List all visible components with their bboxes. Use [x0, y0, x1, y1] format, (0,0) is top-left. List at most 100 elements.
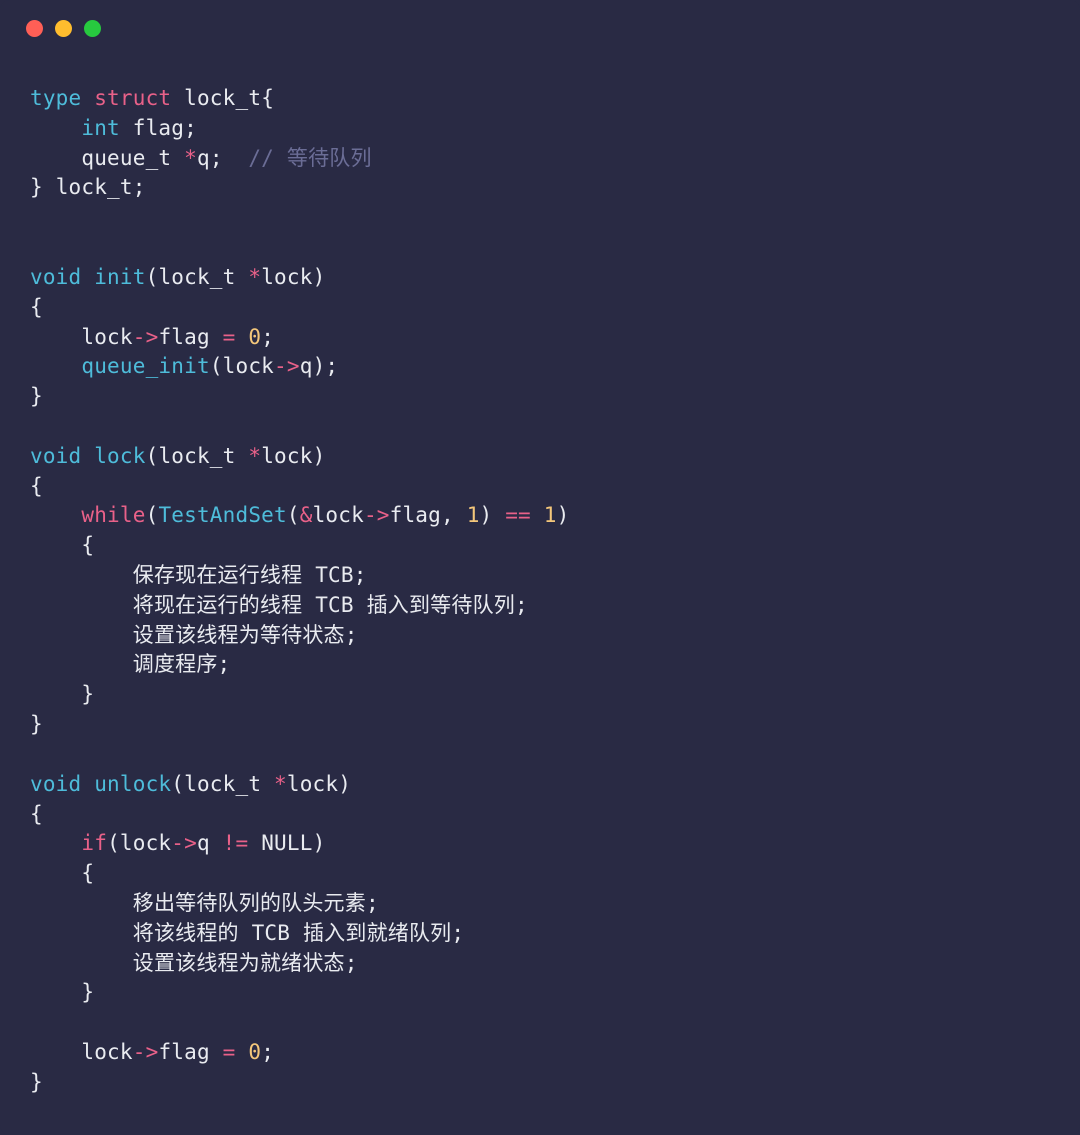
paren: (	[146, 265, 159, 289]
titlebar	[0, 0, 1080, 56]
paren: )	[338, 772, 351, 796]
operator-eqeq: ==	[505, 503, 531, 527]
paren: )	[313, 444, 326, 468]
operator-neq: !=	[223, 831, 249, 855]
identifier: lock_t	[184, 86, 261, 110]
semicolon: ;	[210, 146, 223, 170]
identifier: lock	[120, 831, 171, 855]
identifier: q	[197, 146, 210, 170]
minimize-icon[interactable]	[55, 20, 72, 37]
operator-star: *	[248, 265, 261, 289]
brace: {	[30, 802, 43, 826]
semicolon: ;	[261, 325, 274, 349]
pseudo-line: 设置该线程为等待状态;	[133, 623, 358, 647]
keyword-if: if	[81, 831, 107, 855]
brace: {	[81, 533, 94, 557]
number: 0	[248, 325, 261, 349]
number: 1	[467, 503, 480, 527]
brace: {	[30, 474, 43, 498]
keyword-type: type	[30, 86, 81, 110]
brace: }	[30, 712, 43, 736]
brace: }	[30, 175, 43, 199]
pseudo-line: 保存现在运行线程 TCB;	[133, 563, 367, 587]
identifier: lock_t	[56, 175, 133, 199]
identifier: lock	[313, 503, 364, 527]
keyword-void: void	[30, 772, 81, 796]
function-call: TestAndSet	[158, 503, 286, 527]
paren: (	[146, 444, 159, 468]
paren: (	[287, 503, 300, 527]
operator-eq: =	[223, 325, 236, 349]
pseudo-line: 设置该线程为就绪状态;	[133, 951, 358, 975]
close-icon[interactable]	[26, 20, 43, 37]
pseudo-line: 移出等待队列的队头元素;	[133, 891, 379, 915]
brace: {	[81, 861, 94, 885]
operator-arrow: ->	[364, 503, 390, 527]
comment: // 等待队列	[248, 146, 371, 170]
type-name: lock_t	[158, 444, 235, 468]
number: 1	[544, 503, 557, 527]
identifier: flag	[133, 116, 184, 140]
operator-arrow: ->	[274, 354, 300, 378]
function-call: queue_init	[81, 354, 209, 378]
paren: )	[313, 354, 326, 378]
number: 0	[248, 1040, 261, 1064]
paren: )	[480, 503, 493, 527]
paren: (	[171, 772, 184, 796]
comma: ,	[441, 503, 454, 527]
semicolon: ;	[184, 116, 197, 140]
keyword-struct: struct	[94, 86, 171, 110]
operator-star: *	[248, 444, 261, 468]
type-name: lock_t	[158, 265, 235, 289]
paren: (	[107, 831, 120, 855]
brace: {	[30, 295, 43, 319]
identifier: lock	[81, 325, 132, 349]
code-window: type struct lock_t{ int flag; queue_t *q…	[0, 0, 1080, 1135]
operator-star: *	[274, 772, 287, 796]
function-lock: lock	[94, 444, 145, 468]
operator-eq: =	[223, 1040, 236, 1064]
semicolon: ;	[261, 1040, 274, 1064]
identifier: flag	[390, 503, 441, 527]
operator-amp: &	[300, 503, 313, 527]
type-name: queue_t	[81, 146, 171, 170]
pseudo-line: 将该线程的 TCB 插入到就绪队列;	[133, 921, 464, 945]
identifier: lock	[81, 1040, 132, 1064]
paren: )	[313, 265, 326, 289]
identifier: flag	[158, 325, 209, 349]
param: lock	[261, 265, 312, 289]
identifier: flag	[158, 1040, 209, 1064]
operator-arrow: ->	[171, 831, 197, 855]
type-name: lock_t	[184, 772, 261, 796]
constant-null: NULL	[261, 831, 312, 855]
param: lock	[287, 772, 338, 796]
brace: }	[30, 1070, 43, 1094]
brace: }	[81, 682, 94, 706]
operator-arrow: ->	[133, 325, 159, 349]
identifier: q	[197, 831, 210, 855]
identifier: lock	[223, 354, 274, 378]
keyword-void: void	[30, 265, 81, 289]
param: lock	[261, 444, 312, 468]
keyword-void: void	[30, 444, 81, 468]
brace: {	[261, 86, 274, 110]
operator-star: *	[184, 146, 197, 170]
code-block: type struct lock_t{ int flag; queue_t *q…	[0, 56, 1080, 1098]
paren: )	[557, 503, 570, 527]
paren: (	[210, 354, 223, 378]
brace: }	[81, 980, 94, 1004]
semicolon: ;	[133, 175, 146, 199]
function-unlock: unlock	[94, 772, 171, 796]
function-init: init	[94, 265, 145, 289]
operator-arrow: ->	[133, 1040, 159, 1064]
maximize-icon[interactable]	[84, 20, 101, 37]
keyword-while: while	[81, 503, 145, 527]
paren: (	[146, 503, 159, 527]
paren: )	[313, 831, 326, 855]
identifier: q	[300, 354, 313, 378]
semicolon: ;	[325, 354, 338, 378]
keyword-int: int	[81, 116, 120, 140]
pseudo-line: 调度程序;	[133, 652, 231, 676]
brace: }	[30, 384, 43, 408]
pseudo-line: 将现在运行的线程 TCB 插入到等待队列;	[133, 593, 528, 617]
